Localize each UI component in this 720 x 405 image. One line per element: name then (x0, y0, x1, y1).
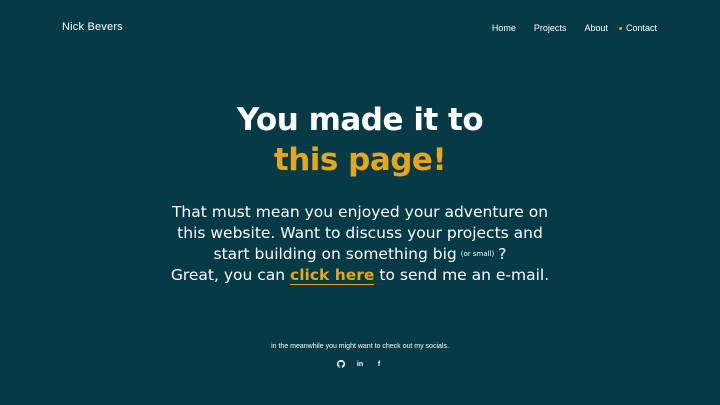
nav-projects[interactable]: Projects (534, 23, 567, 33)
nav-home[interactable]: Home (492, 23, 516, 33)
page-title: You made it to this page! (0, 100, 720, 180)
title-line-1: You made it to (236, 102, 484, 138)
email-link[interactable]: click here (290, 266, 375, 285)
nav-contact-label: Contact (625, 23, 657, 33)
question-mark: ? (498, 245, 507, 263)
intro-line-2: this website. Want to discuss your proje… (177, 224, 543, 242)
social-links: in f (0, 359, 720, 369)
intro-line-1: That must mean you enjoyed your adventur… (171, 203, 549, 221)
socials-caption: in the meanwhile you might want to check… (271, 343, 449, 350)
intro-line-4-start: Great, you can (170, 266, 286, 284)
nav-about[interactable]: About (584, 23, 608, 33)
title-line-2: this page! (273, 142, 447, 178)
intro-paragraph: That must mean you enjoyed your adventur… (0, 202, 720, 286)
active-indicator-dot (618, 26, 622, 30)
hero: You made it to this page! (0, 100, 720, 180)
or-small-note: (or small) (460, 250, 495, 258)
intro-line-4-end: to send me an e-mail. (379, 266, 550, 284)
main-nav: Home Projects About Contact (474, 23, 657, 33)
linkedin-icon[interactable]: in (356, 359, 365, 369)
contact-page: Nick Bevers Home Projects About Contact … (0, 0, 720, 405)
github-icon[interactable] (337, 359, 346, 369)
facebook-icon[interactable]: f (375, 359, 384, 369)
brand-name[interactable]: Nick Bevers (62, 21, 123, 33)
intro-line-3: start building on something big (or small… (0, 244, 720, 265)
intro-line-3-text: start building on something big (213, 245, 457, 263)
intro-line-4: Great, you can click here to send me an … (0, 265, 720, 286)
nav-contact[interactable]: Contact (618, 23, 657, 33)
